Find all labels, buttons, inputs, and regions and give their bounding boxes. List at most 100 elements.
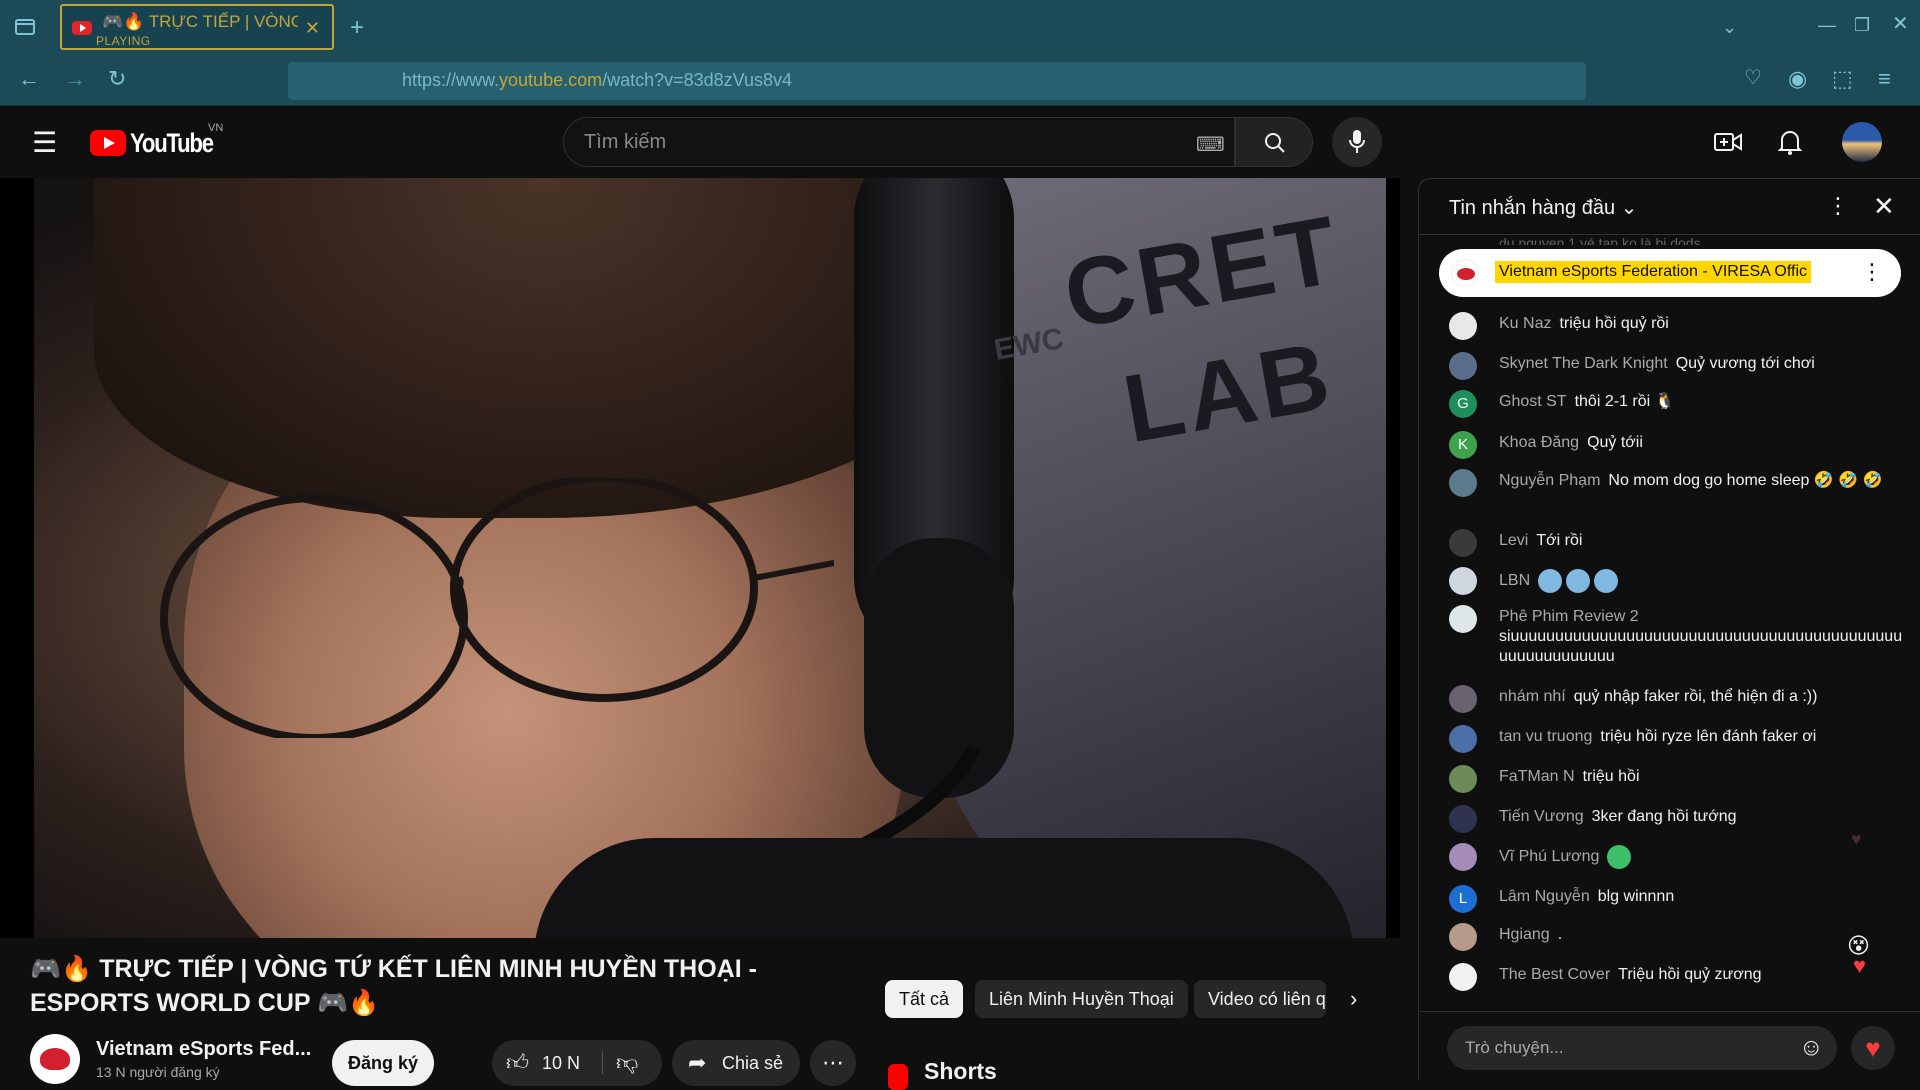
chat-message-text: quỷ nhập faker rồi, thể hiện đi a :)): [1573, 688, 1818, 705]
youtube-wordmark[interactable]: YouTube: [130, 128, 214, 159]
chat-author-avatar[interactable]: [1449, 605, 1477, 633]
chat-author-avatar[interactable]: [1449, 805, 1477, 833]
create-video-icon[interactable]: [1714, 130, 1742, 154]
chat-author-name[interactable]: Lâm Nguyễn: [1499, 888, 1590, 905]
chat-author-avatar[interactable]: K: [1449, 431, 1477, 459]
chat-author-name[interactable]: FaTMan N: [1499, 768, 1575, 785]
chat-author-name[interactable]: Khoa Đăng: [1499, 434, 1579, 451]
pocket-icon[interactable]: ♡: [1744, 68, 1762, 88]
like-dislike-divider: [602, 1052, 603, 1074]
close-window-icon[interactable]: ✕: [1892, 14, 1909, 34]
chat-author-avatar[interactable]: [1449, 963, 1477, 991]
chat-author-name[interactable]: Phê Phim Review 2: [1499, 608, 1639, 625]
chat-author-avatar[interactable]: [1449, 725, 1477, 753]
reaction-heart-icon: ♥: [1853, 953, 1867, 978]
heart-icon: ♥: [1865, 1033, 1881, 1063]
reload-icon[interactable]: ↻: [108, 68, 126, 90]
shirt-shape: [534, 838, 1354, 938]
subscribe-button[interactable]: Đăng ký: [332, 1040, 434, 1086]
more-horizontal-icon: ⋯: [822, 1050, 844, 1075]
chat-author-name[interactable]: Levi: [1499, 532, 1528, 549]
tab-overview-icon[interactable]: [14, 16, 36, 42]
hamburger-menu-icon[interactable]: ☰: [32, 126, 57, 159]
region-code: VN: [208, 122, 224, 134]
more-actions-button[interactable]: ⋯: [810, 1040, 856, 1086]
search-input[interactable]: Tìm kiếm ⌨: [563, 117, 1235, 167]
chat-author-avatar[interactable]: [1449, 765, 1477, 793]
browser-tab-active[interactable]: 🎮🔥 TRỰC TIẾP | VÒNG PLAYING ✕: [60, 4, 334, 50]
url-bar[interactable]: https://www.youtube.com/watch?v=83d8zVus…: [288, 62, 1586, 100]
url-text: https://www.youtube.com/watch?v=83d8zVus…: [402, 70, 793, 90]
thumbs-down-icon[interactable]: 👎︎: [616, 1040, 638, 1086]
reaction-heart-faded-icon: ♥: [1851, 829, 1862, 849]
chat-author-avatar[interactable]: G: [1449, 390, 1477, 418]
chat-more-options-icon[interactable]: ⋮: [1827, 193, 1849, 219]
chat-mode-dropdown[interactable]: Tin nhắn hàng đầu ⌄: [1449, 195, 1637, 220]
forward-icon[interactable]: →: [64, 68, 86, 90]
chat-author-name[interactable]: Skynet The Dark Knight: [1499, 355, 1668, 372]
like-count[interactable]: 10 N: [542, 1040, 580, 1086]
like-dislike-group: 👍︎ 10 N 👎︎: [492, 1040, 662, 1086]
thumbs-up-icon[interactable]: 👍︎: [506, 1040, 529, 1086]
chat-author-name[interactable]: Vĩ Phú Lương: [1499, 848, 1599, 865]
chevron-down-icon: ⌄: [1620, 197, 1638, 219]
new-tab-icon[interactable]: +: [350, 16, 364, 40]
chat-message-text: triệu hồi quỷ rồi: [1559, 315, 1669, 332]
voice-search-button[interactable]: [1332, 117, 1382, 167]
chat-message-text: blg winnnn: [1597, 888, 1675, 905]
chat-message-text: No mom dog go home sleep 🤣 🤣 🤣: [1608, 472, 1883, 489]
video-player[interactable]: CRET LAB EWC: [0, 178, 1400, 938]
pinned-more-icon[interactable]: ⋮: [1861, 259, 1883, 285]
chat-author-avatar[interactable]: [1449, 312, 1477, 340]
channel-avatar[interactable]: [30, 1034, 80, 1084]
chat-author-avatar[interactable]: [1449, 685, 1477, 713]
chat-author-avatar[interactable]: [1449, 843, 1477, 871]
chip-related-videos[interactable]: Video có liên q: [1194, 980, 1326, 1018]
chat-author-name[interactable]: The Best Cover: [1499, 966, 1610, 983]
youtube-logo-icon[interactable]: [90, 130, 126, 156]
emoji-picker-icon[interactable]: ☺: [1799, 1034, 1824, 1062]
share-icon: ➦: [688, 1050, 707, 1075]
restore-window-icon[interactable]: ❐: [1854, 16, 1870, 34]
search-button[interactable]: [1235, 117, 1313, 167]
chat-author-name[interactable]: Tiến Vương: [1499, 808, 1584, 825]
chat-author-name[interactable]: Ku Naz: [1499, 315, 1551, 332]
chat-author-name[interactable]: Hgiang: [1499, 926, 1550, 943]
avatar[interactable]: [1842, 122, 1882, 162]
back-icon[interactable]: ←: [18, 68, 40, 90]
browser-tab-bar: 🎮🔥 TRỰC TIẾP | VÒNG PLAYING ✕ + ⌄ — ❐ ✕: [0, 0, 1920, 56]
account-icon[interactable]: ◉: [1788, 68, 1807, 90]
chips-next-chevron-icon[interactable]: ›: [1350, 986, 1357, 1012]
chat-author-name[interactable]: tan vu truong: [1499, 728, 1592, 745]
chat-author-name[interactable]: nhám nhí: [1499, 688, 1566, 705]
chat-author-avatar[interactable]: [1449, 529, 1477, 557]
tab-close-icon[interactable]: ✕: [305, 18, 320, 39]
pinned-message[interactable]: Vietnam eSports Federation - VIRESA Offi…: [1439, 249, 1901, 297]
chat-message-text: thôi 2-1 rồi 🐧: [1574, 393, 1675, 410]
pinned-channel-name: Vietnam eSports Federation - VIRESA Offi…: [1495, 261, 1811, 283]
chat-author-avatar[interactable]: [1449, 469, 1477, 497]
chat-header: Tin nhắn hàng đầu ⌄ ⋮ ✕: [1419, 179, 1920, 235]
send-heart-button[interactable]: ♥: [1851, 1026, 1895, 1070]
chip-league-of-legends[interactable]: Liên Minh Huyền Thoại: [975, 980, 1188, 1018]
chat-close-icon[interactable]: ✕: [1873, 191, 1895, 222]
chip-all[interactable]: Tất cả: [885, 980, 964, 1018]
extensions-icon[interactable]: ⬚: [1832, 68, 1853, 90]
chat-author-avatar[interactable]: [1449, 352, 1477, 380]
channel-name[interactable]: Vietnam eSports Fed...: [96, 1038, 311, 1061]
menu-icon[interactable]: ≡: [1878, 68, 1891, 90]
chat-author-avatar[interactable]: L: [1449, 885, 1477, 913]
keyboard-icon[interactable]: ⌨: [1196, 132, 1225, 157]
chat-author-name[interactable]: Nguyễn Phạm: [1499, 472, 1600, 489]
chat-author-name[interactable]: Ghost ST: [1499, 393, 1567, 410]
chat-author-avatar[interactable]: [1449, 567, 1477, 595]
chat-author-avatar[interactable]: [1449, 923, 1477, 951]
notifications-bell-icon[interactable]: [1778, 128, 1802, 156]
chat-author-name[interactable]: LBN: [1499, 572, 1530, 589]
share-button[interactable]: ➦ Chia sẻ: [672, 1040, 800, 1086]
chat-message-text: Quỷ tớii: [1587, 434, 1643, 451]
minimize-window-icon[interactable]: —: [1818, 16, 1836, 34]
chat-input[interactable]: Trò chuyện... ☺: [1447, 1026, 1837, 1070]
subscribe-label: Đăng ký: [347, 1053, 419, 1073]
tab-list-chevron-icon[interactable]: ⌄: [1722, 18, 1737, 36]
